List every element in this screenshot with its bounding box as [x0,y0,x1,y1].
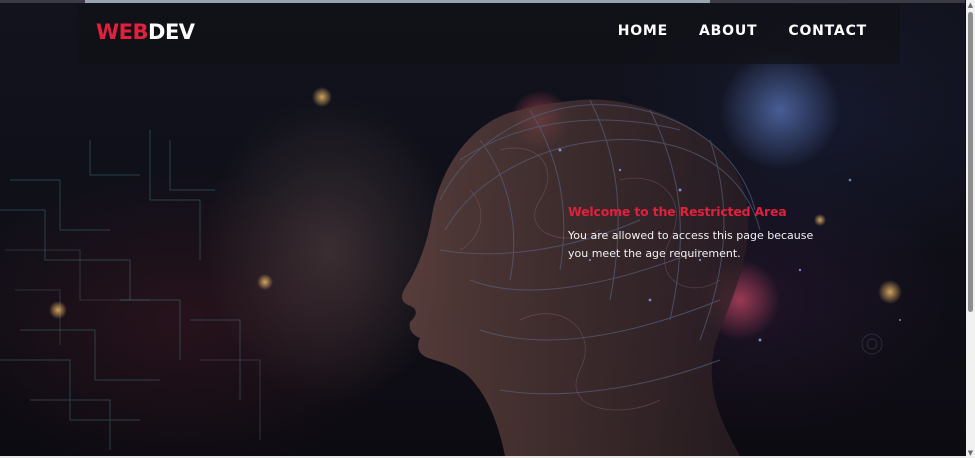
nav-link-home[interactable]: HOME [618,22,668,40]
browser-loading-indicator [85,0,710,3]
navbar: WEBDEV HOME ABOUT CONTACT [77,4,900,64]
nav-link-contact[interactable]: CONTACT [788,22,867,40]
nav-menu: HOME ABOUT CONTACT [618,22,867,40]
site-logo[interactable]: WEBDEV [96,20,195,44]
scroll-up-arrow-icon[interactable]: ▲ [967,1,974,9]
logo-text-web: WEB [96,20,149,44]
nav-link-about[interactable]: ABOUT [699,22,757,40]
welcome-title: Welcome to the Restricted Area [568,204,787,219]
logo-text-dev: DEV [148,20,195,44]
welcome-description: You are allowed to access this page beca… [568,229,814,260]
scrollbar-thumb[interactable] [968,12,973,312]
browser-top-bar [0,0,965,3]
vertical-scrollbar[interactable]: ▲ ▼ [966,0,975,458]
scroll-down-arrow-icon[interactable]: ▼ [967,449,974,457]
welcome-message: Welcome to the Restricted Area You are a… [568,203,828,263]
